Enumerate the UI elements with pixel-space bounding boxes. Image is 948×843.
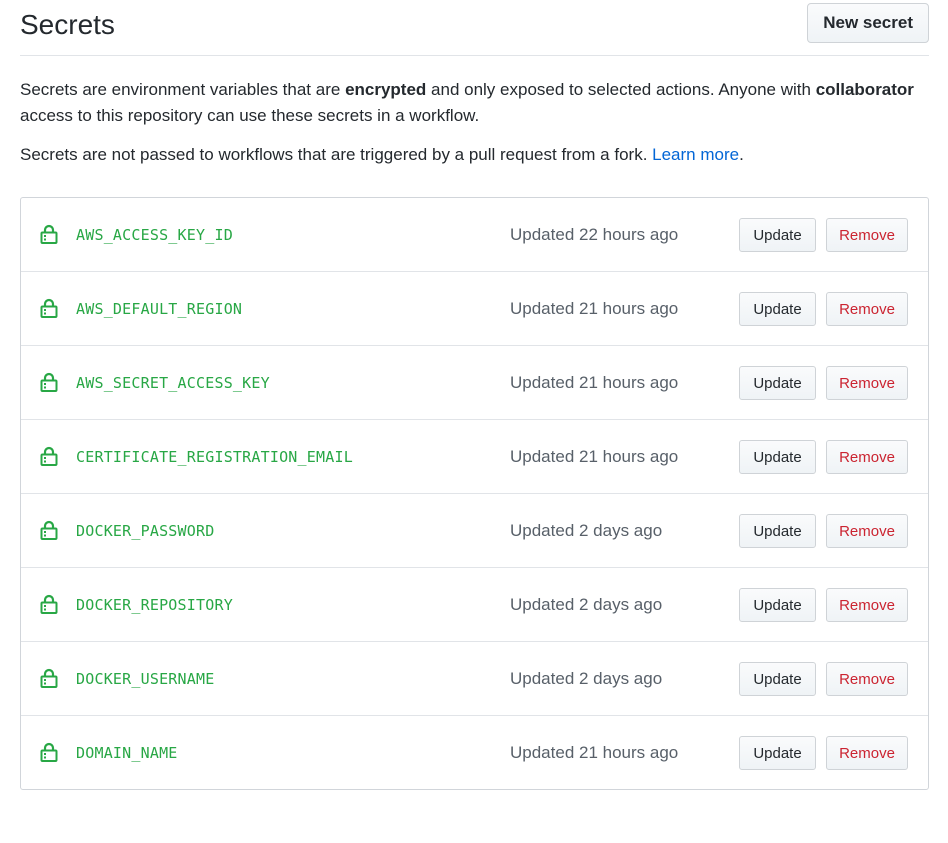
new-secret-button[interactable]: New secret (807, 3, 929, 43)
lock-icon (40, 446, 58, 466)
secret-row: AWS_DEFAULT_REGION Updated 21 hours ago … (21, 271, 928, 345)
remove-secret-button[interactable]: Remove (826, 736, 908, 770)
lock-icon (40, 594, 58, 614)
update-secret-button[interactable]: Update (739, 292, 816, 326)
secret-updated-time: Updated 21 hours ago (510, 373, 679, 392)
page-title: Secrets (20, 9, 115, 40)
update-secret-button[interactable]: Update (739, 662, 816, 696)
secret-name: AWS_SECRET_ACCESS_KEY (76, 374, 270, 392)
secrets-list: AWS_ACCESS_KEY_ID Updated 22 hours ago U… (20, 197, 929, 790)
secret-name: DOCKER_REPOSITORY (76, 596, 233, 614)
secret-row: CERTIFICATE_REGISTRATION_EMAIL Updated 2… (21, 419, 928, 493)
update-secret-button[interactable]: Update (739, 366, 816, 400)
update-secret-button[interactable]: Update (739, 218, 816, 252)
lock-icon (40, 668, 58, 688)
secret-row: DOCKER_REPOSITORY Updated 2 days ago Upd… (21, 567, 928, 641)
secrets-description: Secrets are environment variables that a… (20, 77, 929, 129)
page-header: Secrets New secret (20, 0, 929, 56)
remove-secret-button[interactable]: Remove (826, 662, 908, 696)
secret-row: DOCKER_USERNAME Updated 2 days ago Updat… (21, 641, 928, 715)
secret-updated-time: Updated 21 hours ago (510, 743, 679, 762)
remove-secret-button[interactable]: Remove (826, 588, 908, 622)
secret-row: DOMAIN_NAME Updated 21 hours ago Update … (21, 715, 928, 789)
description-text: access to this repository can use these … (20, 106, 480, 125)
secret-name: DOMAIN_NAME (76, 744, 178, 762)
remove-secret-button[interactable]: Remove (826, 292, 908, 326)
update-secret-button[interactable]: Update (739, 440, 816, 474)
lock-icon (40, 372, 58, 392)
secret-name: CERTIFICATE_REGISTRATION_EMAIL (76, 448, 353, 466)
secret-row: DOCKER_PASSWORD Updated 2 days ago Updat… (21, 493, 928, 567)
encrypted-emphasis: encrypted (345, 80, 427, 99)
secret-name: AWS_ACCESS_KEY_ID (76, 226, 233, 244)
lock-icon (40, 298, 58, 318)
secret-updated-time: Updated 2 days ago (510, 521, 663, 540)
remove-secret-button[interactable]: Remove (826, 366, 908, 400)
fork-note-period: . (739, 145, 744, 164)
remove-secret-button[interactable]: Remove (826, 218, 908, 252)
fork-note: Secrets are not passed to workflows that… (20, 142, 929, 168)
secret-updated-time: Updated 2 days ago (510, 669, 663, 688)
secret-row: AWS_ACCESS_KEY_ID Updated 22 hours ago U… (21, 198, 928, 271)
remove-secret-button[interactable]: Remove (826, 514, 908, 548)
secret-name: DOCKER_PASSWORD (76, 522, 215, 540)
secret-name: DOCKER_USERNAME (76, 670, 215, 688)
update-secret-button[interactable]: Update (739, 588, 816, 622)
learn-more-link[interactable]: Learn more (652, 145, 739, 164)
update-secret-button[interactable]: Update (739, 736, 816, 770)
fork-note-text: Secrets are not passed to workflows that… (20, 145, 653, 164)
lock-icon (40, 742, 58, 762)
update-secret-button[interactable]: Update (739, 514, 816, 548)
lock-icon (40, 520, 58, 540)
secret-updated-time: Updated 21 hours ago (510, 447, 679, 466)
description-text: and only exposed to selected actions. An… (426, 80, 816, 99)
secret-updated-time: Updated 2 days ago (510, 595, 663, 614)
secret-updated-time: Updated 21 hours ago (510, 299, 679, 318)
lock-icon (40, 224, 58, 244)
collaborator-emphasis: collaborator (815, 80, 914, 99)
description-text: Secrets are environment variables that a… (20, 80, 346, 99)
secret-row: AWS_SECRET_ACCESS_KEY Updated 21 hours a… (21, 345, 928, 419)
secrets-page: Secrets New secret Secrets are environme… (20, 0, 929, 790)
secret-updated-time: Updated 22 hours ago (510, 225, 679, 244)
secret-name: AWS_DEFAULT_REGION (76, 300, 243, 318)
remove-secret-button[interactable]: Remove (826, 440, 908, 474)
